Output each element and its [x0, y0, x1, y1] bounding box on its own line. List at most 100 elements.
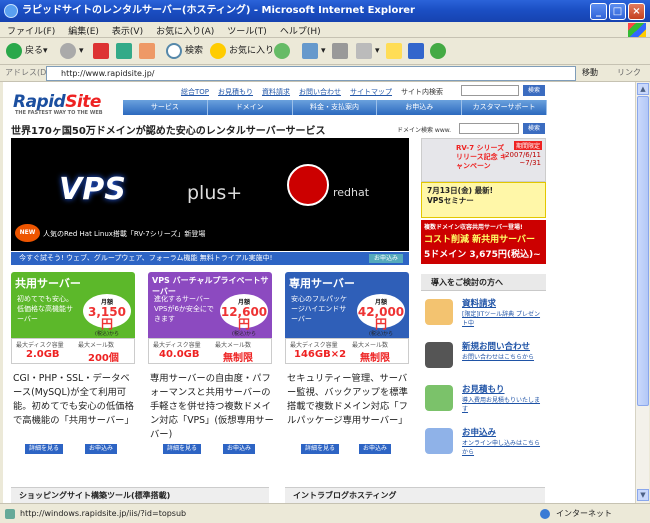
status-zone: インターネット	[556, 509, 612, 518]
trial-apply-button[interactable]: お申込み	[368, 254, 403, 263]
site-logo[interactable]: RapidSite	[13, 92, 101, 112]
note-icon	[386, 42, 402, 59]
close-button[interactable]: ×	[628, 3, 645, 20]
vertical-scrollbar[interactable]: ▲ ▼	[635, 82, 649, 503]
plan-shared-spec: 最大ディスク容量 最大メール数 2.0GB 200個	[11, 338, 135, 364]
banner-vps-text: VPS	[59, 172, 126, 207]
refresh-icon	[116, 42, 132, 59]
scroll-up-arrow-icon[interactable]: ▲	[637, 83, 649, 95]
apply-item[interactable]: お申込み オンライン申し込みはこちらから	[425, 424, 546, 464]
toplink-home[interactable]: 総合TOP	[181, 88, 209, 96]
history-icon	[274, 42, 290, 59]
dedicated-apply-button[interactable]: お申込み	[359, 444, 392, 454]
page-headline: 世界170ヶ国50万ドメインが認めた安心のレンタルサーバーサービス	[11, 126, 326, 137]
globe-icon	[540, 509, 550, 519]
links-button[interactable]: リンク	[617, 67, 641, 78]
toplink-sitemap[interactable]: サイトマップ	[350, 88, 392, 96]
research-button[interactable]	[408, 42, 427, 61]
banner-caption: 人気のRed Hat Linux搭載「RV-7シリーズ」新登場	[43, 230, 206, 238]
nav-pricing[interactable]: 料金・支払案内	[293, 100, 378, 115]
back-button[interactable]: 戻る▾	[6, 42, 48, 61]
menu-favorites[interactable]: お気に入り(A)	[149, 22, 220, 37]
shopping-tool-heading: ショッピングサイト構築ツール(標準搭載)	[11, 487, 269, 503]
stop-icon	[93, 42, 109, 59]
new-badge: NEW	[15, 224, 40, 242]
refresh-button[interactable]	[116, 42, 135, 61]
site-slogan: THE FASTEST WAY TO THE WEB	[15, 110, 103, 116]
site-search-button[interactable]: 検索	[523, 85, 545, 96]
cost-cut-banner[interactable]: 複数ドメイン収容共用サーバー登場! コスト削減 新共用サーバー 5ドメイン 3,…	[421, 220, 546, 264]
menu-help[interactable]: ヘルプ(H)	[273, 22, 327, 37]
menu-tools[interactable]: ツール(T)	[220, 22, 273, 37]
global-nav: サービス ドメイン 料金・支払案内 お申込み カスタマーサポート	[123, 100, 547, 115]
edit-icon	[356, 42, 372, 59]
dedicated-detail-button[interactable]: 詳細を見る	[301, 444, 340, 454]
site-search-input[interactable]	[461, 85, 519, 96]
rv7-date: 2007/6/11 ~7/31	[505, 151, 541, 167]
redhat-logo-icon	[287, 164, 329, 206]
intrablog-heading: イントラブログホスティング	[285, 487, 545, 503]
contact-item[interactable]: 新規お問い合わせ お問い合わせはこちらから	[425, 338, 546, 378]
toplink-docs[interactable]: 資料請求	[262, 88, 290, 96]
shared-apply-button[interactable]: お申込み	[85, 444, 118, 454]
plan-shared-price: 月額 3,150円 (税込)から	[83, 294, 131, 337]
ie-icon	[4, 4, 18, 18]
toplink-estimate[interactable]: お見積もり	[218, 88, 253, 96]
rv7-campaign-banner[interactable]: 期間限定 RV-7 シリーズ リリース記念 キャンペーン 2007/6/11 ~…	[421, 138, 546, 182]
star-icon	[210, 42, 226, 59]
address-input[interactable]: http://www.rapidsite.jp/	[46, 66, 576, 81]
address-label: アドレス(D)	[5, 68, 50, 77]
shared-detail-button[interactable]: 詳細を見る	[25, 444, 64, 454]
plan-dedicated-spec: 最大ディスク容量 最大メール数 146GB×2 無制限	[285, 338, 409, 364]
windows-logo-icon	[628, 23, 646, 37]
vps-detail-button[interactable]: 詳細を見る	[163, 444, 202, 454]
search-button[interactable]: 検索	[166, 42, 203, 61]
domain-search-label: ドメイン検索 www.	[397, 127, 451, 134]
nav-service[interactable]: サービス	[123, 100, 208, 115]
scroll-down-arrow-icon[interactable]: ▼	[637, 489, 649, 501]
nav-apply[interactable]: お申込み	[377, 100, 463, 115]
go-button[interactable]: 移動	[582, 67, 598, 78]
top-links: 総合TOP お見積もり 資料請求 お問い合わせ サイトマップ サイト内検索	[181, 87, 452, 97]
vps-apply-button[interactable]: お申込み	[223, 444, 256, 454]
vps-banner[interactable]: VPS plus+ redhat NEW 人気のRed Hat Linux搭載「…	[11, 138, 409, 251]
estimate-item[interactable]: お見積もり 導入費用お見積もりいたします	[425, 381, 546, 421]
forward-arrow-icon	[60, 42, 76, 59]
forward-button[interactable]: ▾	[60, 42, 84, 61]
plan-vps-spec: 最大ディスク容量 最大メール数 40.0GB 無制限	[148, 338, 272, 364]
menu-edit[interactable]: 編集(E)	[61, 22, 105, 37]
edit-button[interactable]: ▾	[356, 42, 380, 61]
page-viewport: RapidSite THE FASTEST WAY TO THE WEB 総合T…	[3, 82, 635, 503]
stop-button[interactable]	[93, 42, 112, 61]
trial-bar[interactable]: 今すぐ試そう! ウェブ、グループウェア、フォーラム機能 無料トライアル実施中! お…	[11, 252, 409, 265]
page-icon	[5, 509, 15, 519]
limited-tag: 期間限定	[513, 141, 542, 150]
messenger-button[interactable]	[430, 42, 449, 61]
print-button[interactable]	[332, 42, 351, 61]
search-icon	[166, 42, 182, 59]
history-button[interactable]	[274, 42, 293, 61]
home-button[interactable]	[139, 42, 158, 61]
banner-redhat-text: redhat	[333, 186, 370, 199]
minimize-button[interactable]: _	[590, 3, 607, 20]
messenger-icon	[430, 42, 446, 59]
discuss-button[interactable]	[386, 42, 405, 61]
site-search-label: サイト内検索	[401, 88, 444, 96]
toplink-contact[interactable]: お問い合わせ	[299, 88, 341, 96]
seminar-banner[interactable]: 7月13日(金) 最新! VPSセミナー	[421, 182, 546, 218]
domain-search-input[interactable]	[459, 123, 519, 134]
menu-file[interactable]: ファイル(F)	[0, 22, 61, 37]
nav-support[interactable]: カスタマーサポート	[462, 100, 547, 115]
plan-shared-text: CGI・PHP・SSL・データベース(MySQL)が全て利用可能。初めてでも安心…	[13, 373, 134, 426]
nav-domain[interactable]: ドメイン	[208, 100, 293, 115]
status-url: http://windows.rapidsite.jp/iis/?id=tops…	[20, 509, 187, 518]
window-title: ラピッドサイトのレンタルサーバー(ホスティング) - Microsoft Int…	[22, 5, 415, 16]
mail-button[interactable]: ▾	[302, 42, 326, 61]
scroll-thumb[interactable]	[637, 96, 649, 406]
domain-search-button[interactable]: 検索	[523, 123, 545, 134]
phone-icon	[425, 342, 453, 368]
maximize-button[interactable]: □	[609, 3, 626, 20]
menu-view[interactable]: 表示(V)	[105, 22, 149, 37]
favorites-button[interactable]: お気に入り	[210, 42, 274, 61]
docs-request-item[interactable]: 資料請求 [限定]ITツール辞典 プレゼント中	[425, 295, 546, 335]
